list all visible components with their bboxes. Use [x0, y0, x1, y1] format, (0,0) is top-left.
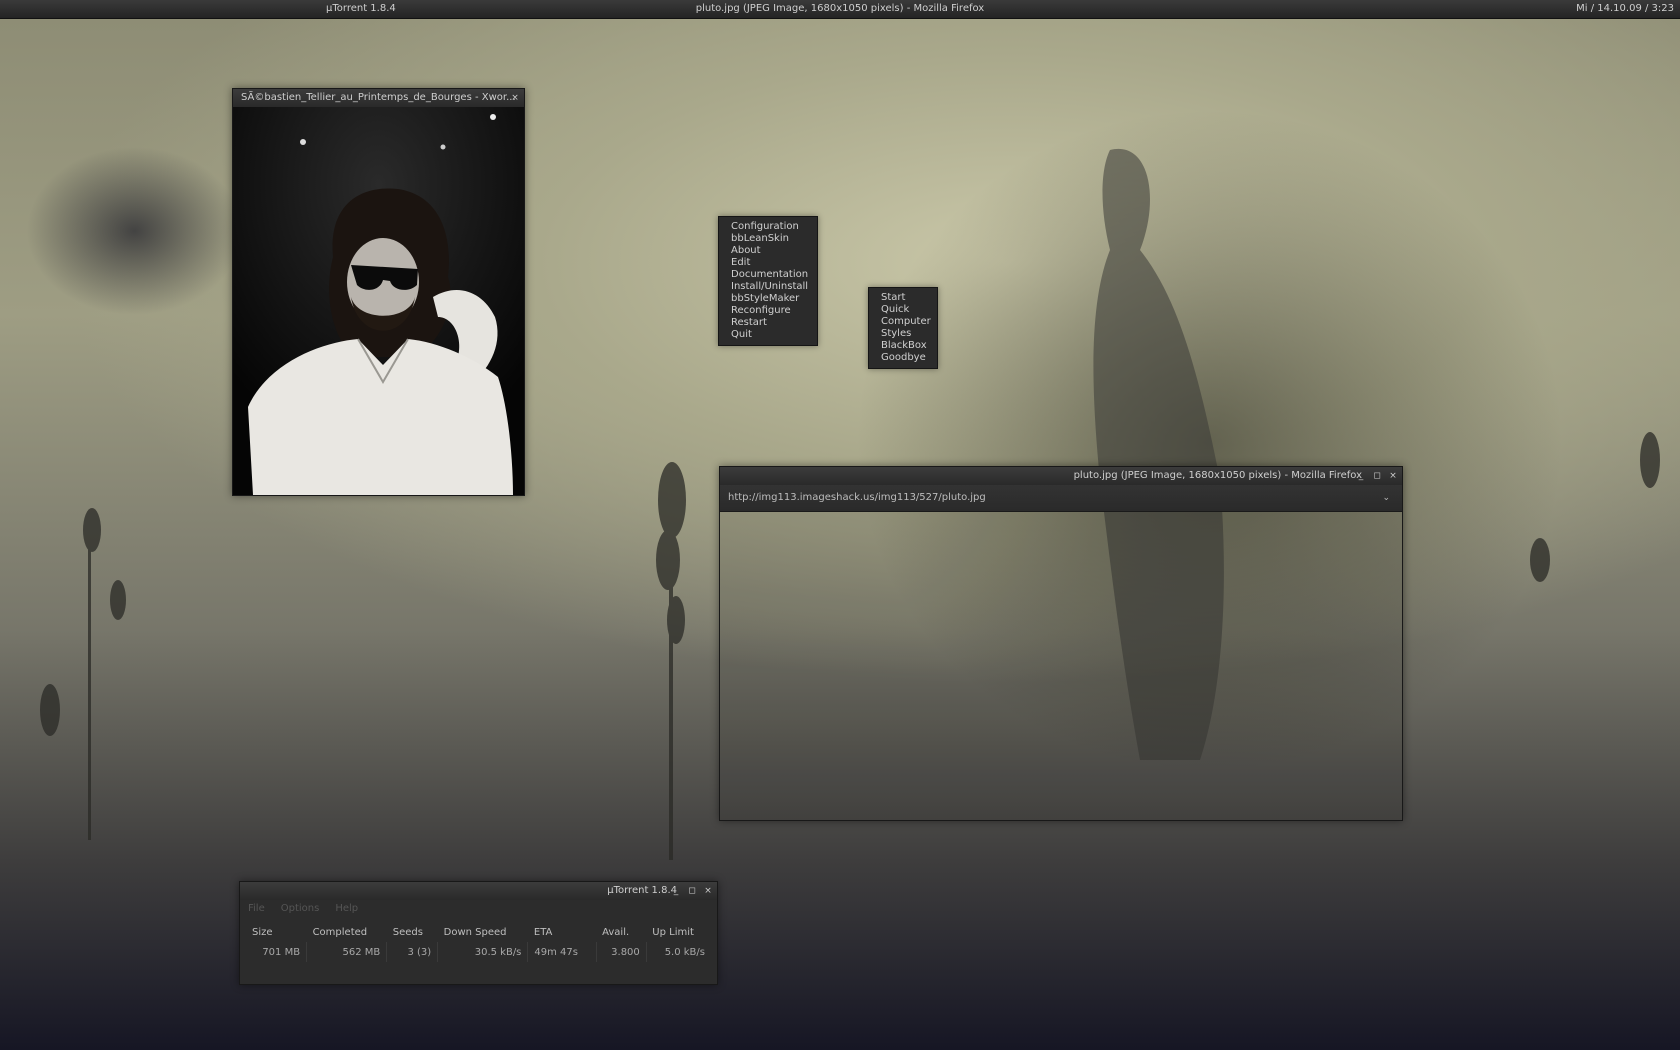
utorrent-menubar: File Options Help: [240, 900, 717, 918]
utorrent-title: µTorrent 1.8.4: [607, 885, 677, 896]
col-completed[interactable]: Completed: [307, 922, 387, 942]
minimize-icon[interactable]: _: [671, 882, 681, 900]
menu-item-blackbox[interactable]: BlackBox: [869, 340, 937, 352]
menu-item-restart[interactable]: Restart: [719, 317, 817, 329]
menu-item-computer[interactable]: Computer: [869, 316, 937, 328]
utorrent-titlebar[interactable]: µTorrent 1.8.4 _ ◻ ×: [240, 882, 717, 900]
viewer-titlebar[interactable]: SÃ©bastien_Tellier_au_Printemps_de_Bourg…: [233, 89, 524, 107]
menu-item-configuration[interactable]: Configuration: [719, 221, 817, 233]
submenu: Start Quick Computer Styles BlackBox Goo…: [868, 287, 938, 369]
root-menu: Configuration bbLeanSkin About Edit Docu…: [718, 216, 818, 346]
menu-file[interactable]: File: [248, 900, 265, 918]
page-content[interactable]: [720, 512, 1402, 820]
menu-item-bbleanskin[interactable]: bbLeanSkin: [719, 233, 817, 245]
firefox-window: pluto.jpg (JPEG Image, 1680x1050 pixels)…: [719, 466, 1403, 821]
url-text[interactable]: http://img113.imageshack.us/img113/527/p…: [728, 492, 986, 503]
cell-size: 701 MB: [262, 946, 301, 958]
menu-item-edit[interactable]: Edit: [719, 257, 817, 269]
cell-seeds: 3 (3): [386, 942, 438, 962]
table-row[interactable]: 701 MB 562 MB 3 (3) 30.5 kB/s 49m 47s 3.…: [246, 942, 711, 962]
active-window-title[interactable]: pluto.jpg (JPEG Image, 1680x1050 pixels)…: [0, 0, 1680, 18]
cell-completed: 562 MB: [306, 942, 387, 962]
image-viewer-window: SÃ©bastien_Tellier_au_Printemps_de_Bourg…: [232, 88, 525, 496]
clock: Mi / 14.10.09 / 3:23: [1576, 3, 1674, 14]
menu-item-quick[interactable]: Quick: [869, 304, 937, 316]
menu-item-goodbye[interactable]: Goodbye: [869, 352, 937, 364]
viewer-photo: [233, 107, 524, 495]
col-up-limit[interactable]: Up Limit: [646, 922, 711, 942]
portrait-image: [233, 107, 524, 495]
cell-up-limit: 5.0 kB/s: [645, 942, 711, 962]
col-down-speed[interactable]: Down Speed: [438, 922, 528, 942]
top-panel: µTorrent 1.8.4 pluto.jpg (JPEG Image, 16…: [0, 0, 1680, 19]
col-size[interactable]: Size: [246, 922, 307, 942]
maximize-icon[interactable]: ◻: [1372, 467, 1382, 485]
firefox-titlebar[interactable]: pluto.jpg (JPEG Image, 1680x1050 pixels)…: [720, 467, 1402, 485]
menu-help[interactable]: Help: [335, 900, 358, 918]
cell-avail: 3.800: [595, 942, 647, 962]
minimize-icon[interactable]: _: [1356, 467, 1366, 485]
maximize-icon[interactable]: ◻: [687, 882, 697, 900]
viewer-title: SÃ©bastien_Tellier_au_Printemps_de_Bourg…: [241, 92, 516, 103]
close-icon[interactable]: ×: [1388, 467, 1398, 485]
firefox-title: pluto.jpg (JPEG Image, 1680x1050 pixels)…: [1073, 470, 1362, 481]
menu-options[interactable]: Options: [281, 900, 320, 918]
menu-item-start[interactable]: Start: [869, 292, 937, 304]
menu-item-styles[interactable]: Styles: [869, 328, 937, 340]
menu-item-reconfigure[interactable]: Reconfigure: [719, 305, 817, 317]
menu-item-quit[interactable]: Quit: [719, 329, 817, 341]
url-bar[interactable]: http://img113.imageshack.us/img113/527/p…: [720, 485, 1402, 512]
chevron-down-icon[interactable]: ⌄: [1382, 485, 1390, 511]
menu-item-about[interactable]: About: [719, 245, 817, 257]
table-header: Size Completed Seeds Down Speed ETA Avai…: [246, 922, 711, 942]
menu-item-documentation[interactable]: Documentation: [719, 269, 817, 281]
cell-down-speed: 30.5 kB/s: [437, 942, 528, 962]
cell-eta: 49m 47s: [527, 942, 597, 962]
col-seeds[interactable]: Seeds: [387, 922, 438, 942]
col-avail[interactable]: Avail.: [596, 922, 646, 942]
col-eta[interactable]: ETA: [528, 922, 596, 942]
close-icon[interactable]: ×: [703, 882, 713, 900]
utorrent-window: µTorrent 1.8.4 _ ◻ × File Options Help S…: [239, 881, 718, 985]
torrent-table: Size Completed Seeds Down Speed ETA Avai…: [246, 922, 711, 962]
close-icon[interactable]: ×: [510, 89, 520, 107]
menu-item-install-uninstall[interactable]: Install/Uninstall: [719, 281, 817, 293]
menu-item-bbstylemaker[interactable]: bbStyleMaker: [719, 293, 817, 305]
